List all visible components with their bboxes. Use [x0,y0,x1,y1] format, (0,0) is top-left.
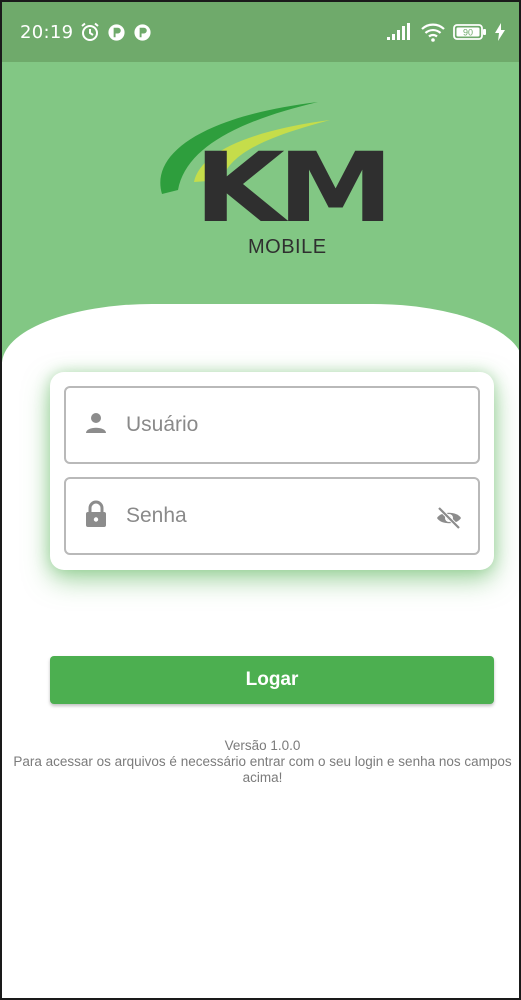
notification-icon [133,23,152,42]
lock-icon [84,500,108,533]
login-button[interactable]: Logar [50,656,494,704]
eye-off-icon[interactable] [434,503,464,533]
status-time: 20:19 [20,21,74,43]
instructions-text: Para acessar os arquivos é necessário en… [13,754,512,785]
password-input[interactable] [126,504,416,528]
logo-brand: KM [194,132,394,244]
username-field[interactable] [64,386,480,464]
version-text: Versão 1.0.0 [224,738,301,753]
notification-icon [107,23,126,42]
user-icon [84,411,108,440]
username-input[interactable] [126,413,416,437]
app-screen: 20:19 90 KM MOBILE Usuário Logar Versão … [0,0,521,1000]
battery-level: 90 [463,28,473,38]
charging-icon [495,23,505,41]
alarm-icon [80,22,100,42]
logo-subtitle: MOBILE [248,236,327,258]
wifi-icon [421,22,445,42]
status-bar: 20:19 90 [2,2,519,62]
footer-info: Versão 1.0.0 Para acessar os arquivos é … [12,738,513,786]
password-field[interactable] [64,477,480,555]
km-mobile-logo: KM MOBILE [142,94,402,264]
signal-icon [387,23,413,41]
battery-icon: 90 [453,23,487,41]
login-card [50,372,494,570]
